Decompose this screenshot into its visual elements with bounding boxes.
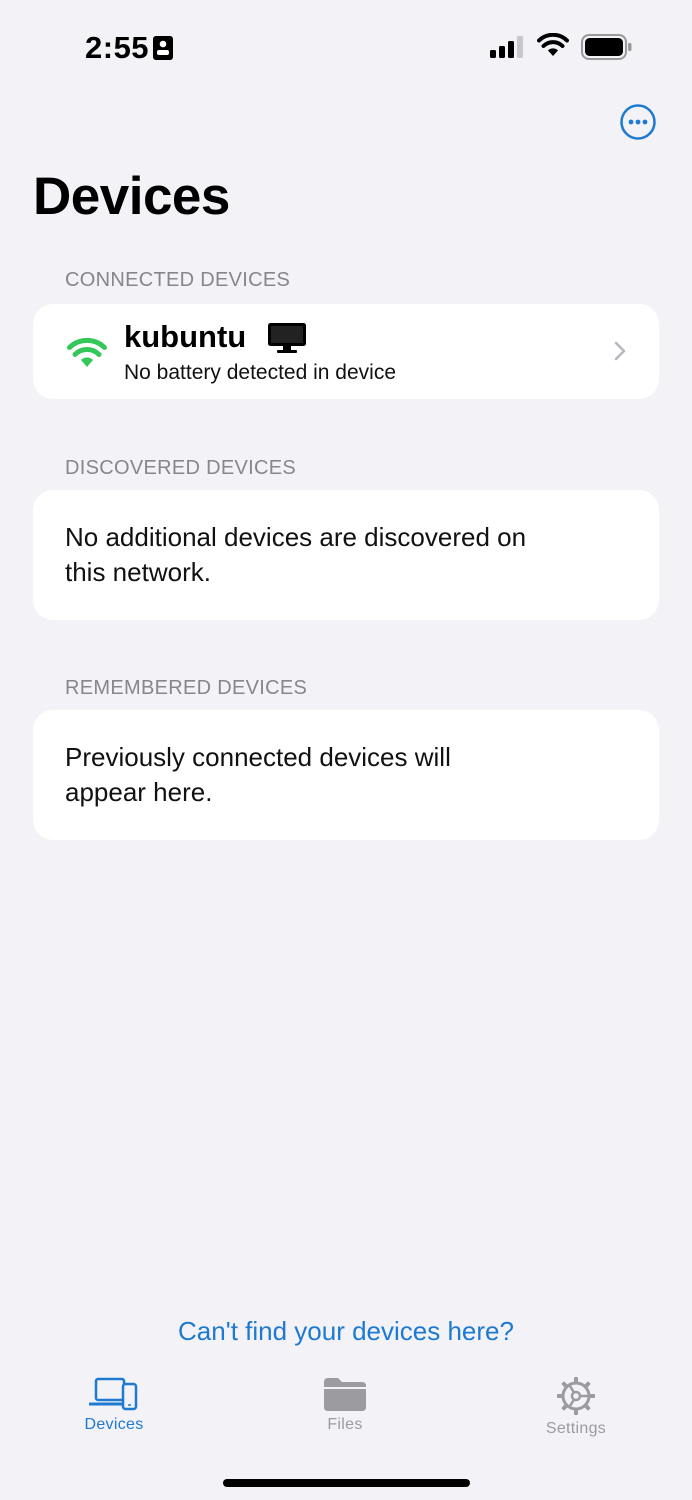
gear-icon xyxy=(557,1377,595,1415)
page-title: Devices xyxy=(33,167,230,226)
wifi-icon xyxy=(67,338,107,367)
discovered-devices-empty-card: No additional devices are discovered on … xyxy=(33,490,659,620)
discovered-devices-header: DISCOVERED DEVICES xyxy=(65,457,297,479)
cellular-signal-icon xyxy=(490,36,523,58)
cant-find-devices-link[interactable]: Can't find your devices here? xyxy=(0,1316,692,1347)
remembered-devices-empty-card: Previously connected devices will appear… xyxy=(33,710,659,840)
remembered-devices-header: REMEMBERED DEVICES xyxy=(65,677,308,699)
connected-devices-header: CONNECTED DEVICES xyxy=(65,269,291,291)
devices-icon xyxy=(89,1377,138,1411)
wifi-icon xyxy=(537,33,569,56)
chevron-right-icon xyxy=(614,341,626,361)
status-time: 2:55 xyxy=(85,30,150,65)
tab-settings-label: Settings xyxy=(545,1420,607,1437)
device-status: No battery detected in device xyxy=(124,361,396,384)
status-bar: 2:55 xyxy=(0,0,692,95)
tab-devices-label: Devices xyxy=(84,1416,144,1433)
battery-icon xyxy=(581,34,632,60)
tab-files[interactable]: Files xyxy=(270,1376,420,1446)
discovered-empty-text-line2: this network. xyxy=(65,557,211,587)
discovered-empty-text-line1: No additional devices are discovered on xyxy=(65,522,527,552)
tab-files-label: Files xyxy=(327,1416,363,1433)
home-indicator xyxy=(223,1479,470,1487)
folder-icon xyxy=(324,1378,366,1411)
id-card-icon xyxy=(153,36,173,60)
device-row-kubuntu[interactable]: kubuntu No battery detected in device xyxy=(33,304,659,399)
remembered-empty-text-line1: Previously connected devices will xyxy=(65,742,451,772)
tab-settings[interactable]: Settings xyxy=(501,1376,651,1446)
device-name: kubuntu xyxy=(124,319,247,354)
tab-devices[interactable]: Devices xyxy=(39,1376,189,1446)
desktop-monitor-icon xyxy=(268,323,306,353)
more-options-button[interactable] xyxy=(620,104,656,140)
remembered-empty-text-line2: appear here. xyxy=(65,777,213,807)
